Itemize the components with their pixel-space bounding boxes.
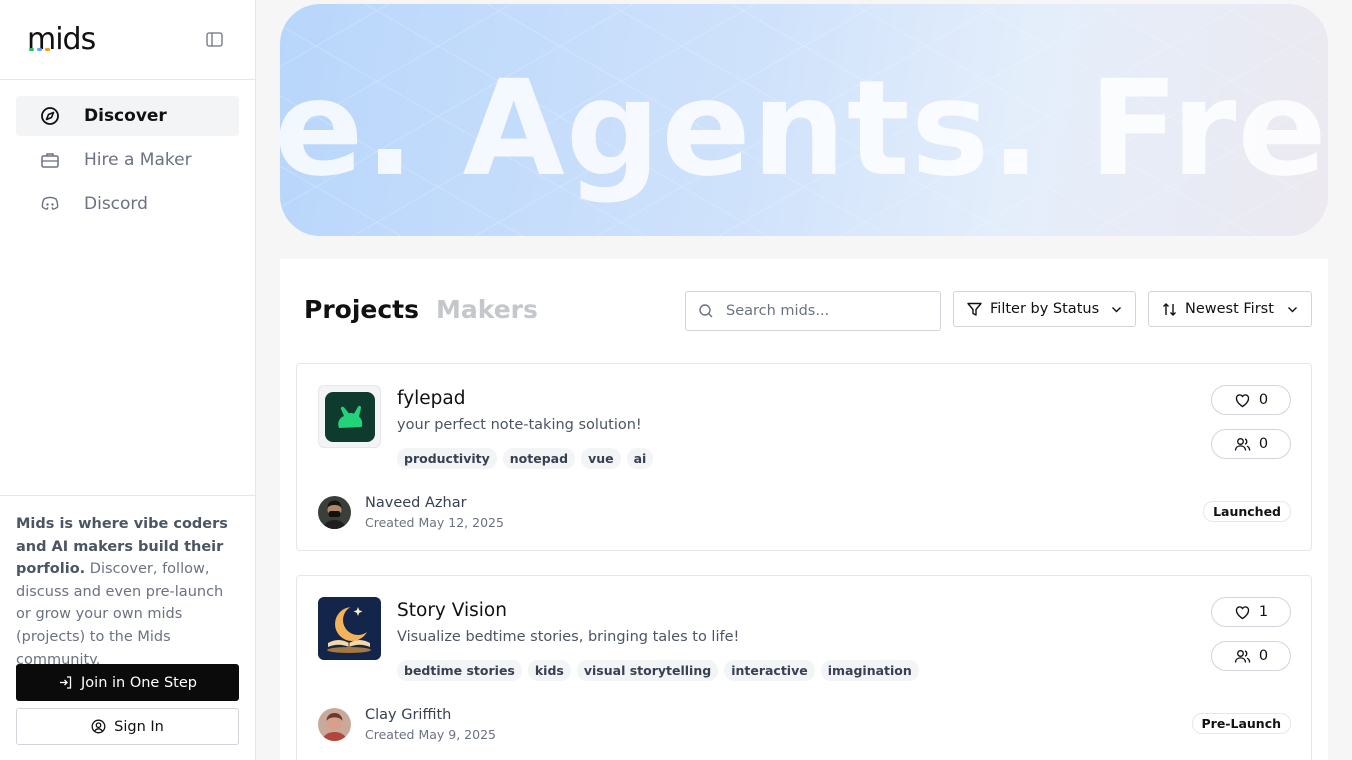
search-icon	[699, 304, 713, 318]
about-text: Mids is where vibe coders and AI makers …	[16, 513, 242, 671]
hero-banner: e. Agents. Fresh I	[280, 4, 1328, 236]
join-button-label: Join in One Step	[81, 674, 197, 691]
sidebar-item-discord[interactable]: Discord	[16, 184, 239, 224]
tag[interactable]: interactive	[724, 660, 815, 681]
tag[interactable]: imagination	[820, 660, 919, 681]
compass-icon	[39, 105, 61, 127]
sidebar-item-label: Discord	[84, 194, 148, 214]
join-button[interactable]: Join in One Step	[16, 664, 239, 701]
like-count: 1	[1258, 604, 1269, 620]
moon-book-icon	[318, 597, 381, 660]
tag[interactable]: ai	[626, 448, 654, 469]
status-badge: Pre-Launch	[1191, 713, 1291, 734]
follow-button[interactable]: 0	[1211, 429, 1291, 459]
project-thumbnail[interactable]	[318, 597, 381, 660]
project-description: Visualize bedtime stories, bringing tale…	[397, 629, 740, 645]
heart-icon	[1235, 605, 1250, 619]
tag[interactable]: productivity	[397, 448, 497, 469]
maker-name[interactable]: Clay Griffith	[365, 707, 451, 723]
project-card[interactable]: Story Vision Visualize bedtime stories, …	[296, 575, 1312, 760]
heart-icon	[1235, 393, 1250, 407]
rabbit-logo-icon	[324, 391, 375, 442]
project-card[interactable]: fylepad your perfect note-taking solutio…	[296, 363, 1312, 551]
tabs: Projects Makers	[304, 295, 538, 324]
project-tags: bedtime stories kids visual storytelling…	[397, 660, 919, 681]
logo[interactable]: mids	[27, 22, 96, 57]
user-circle-icon	[91, 719, 106, 734]
follower-count: 0	[1258, 436, 1269, 452]
sidebar-header: mids	[0, 0, 255, 80]
users-icon	[1234, 649, 1251, 663]
like-button[interactable]: 1	[1211, 597, 1291, 627]
avatar[interactable]	[318, 708, 351, 741]
logo-dots	[29, 48, 50, 51]
chevron-down-icon	[1112, 306, 1121, 312]
tag[interactable]: notepad	[502, 448, 576, 469]
sort-dropdown[interactable]: Newest First	[1148, 291, 1312, 327]
hero-text: e. Agents. Fresh I	[280, 52, 1328, 206]
project-thumbnail[interactable]	[318, 385, 381, 448]
sign-in-button-label: Sign In	[114, 718, 164, 735]
sidebar-item-label: Hire a Maker	[84, 150, 192, 170]
sidebar-nav: Discover Hire a Maker Discord	[16, 96, 239, 228]
avatar[interactable]	[318, 496, 351, 529]
sidebar-item-hire-a-maker[interactable]: Hire a Maker	[16, 140, 239, 180]
project-title[interactable]: Story Vision	[397, 600, 507, 621]
tab-makers[interactable]: Makers	[436, 295, 538, 324]
login-icon	[60, 676, 72, 689]
sign-in-button[interactable]: Sign In	[16, 708, 239, 745]
sidebar-item-discover[interactable]: Discover	[16, 96, 239, 136]
discord-icon	[39, 193, 61, 215]
sidebar-footer: Mids is where vibe coders and AI makers …	[0, 495, 255, 760]
filter-label: Filter by Status	[990, 301, 1100, 317]
projects-panel: Projects Makers Filter by Status Newest …	[280, 259, 1328, 760]
created-date: Created May 9, 2025	[365, 727, 496, 742]
follower-count: 0	[1258, 648, 1269, 664]
filter-status-dropdown[interactable]: Filter by Status	[953, 291, 1136, 327]
tag[interactable]: vue	[581, 448, 621, 469]
status-badge: Launched	[1203, 501, 1291, 522]
project-description: your perfect note-taking solution!	[397, 417, 642, 433]
follow-button[interactable]: 0	[1211, 641, 1291, 671]
created-date: Created May 12, 2025	[365, 515, 504, 530]
chevron-down-icon	[1288, 306, 1297, 312]
project-tags: productivity notepad vue ai	[397, 448, 654, 469]
like-button[interactable]: 0	[1211, 385, 1291, 415]
maker-name[interactable]: Naveed Azhar	[365, 495, 467, 511]
sidebar-toggle-icon[interactable]	[206, 32, 223, 47]
filter-icon	[967, 302, 982, 316]
sort-icon	[1163, 302, 1176, 316]
tag[interactable]: visual storytelling	[576, 660, 719, 681]
briefcase-icon	[39, 149, 61, 171]
sidebar-item-label: Discover	[84, 106, 167, 126]
sidebar: mids Discover Hire a Maker Discord Mids …	[0, 0, 256, 760]
search-input[interactable]	[726, 303, 926, 319]
project-title[interactable]: fylepad	[397, 388, 465, 409]
like-count: 0	[1258, 392, 1269, 408]
tag[interactable]: bedtime stories	[397, 660, 522, 681]
search-box[interactable]	[685, 291, 941, 331]
tag[interactable]: kids	[527, 660, 571, 681]
sort-label: Newest First	[1185, 301, 1274, 317]
users-icon	[1234, 437, 1251, 451]
tab-projects[interactable]: Projects	[304, 295, 419, 324]
